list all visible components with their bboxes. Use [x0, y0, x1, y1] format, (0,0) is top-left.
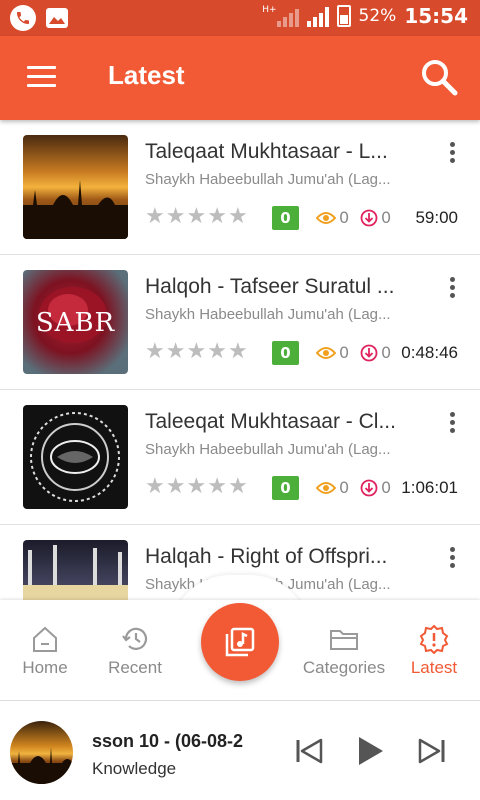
downloads-count: 0 [360, 478, 391, 497]
nav-label-recent: Recent [108, 658, 162, 677]
item-duration: 0:48:46 [401, 343, 458, 362]
star-icon[interactable]: ★ [166, 206, 186, 228]
item-subtitle: Shaykh Habeebullah Jumu'ah (Lag... [145, 441, 391, 458]
item-duration: 1:06:01 [401, 478, 458, 497]
star-icon[interactable]: ★ [228, 476, 248, 498]
star-icon[interactable]: ★ [145, 341, 165, 363]
eye-icon [316, 346, 336, 359]
rating-stars[interactable]: ★ ★ ★ ★ ★ [145, 476, 248, 498]
downloads-value: 0 [381, 478, 392, 497]
play-icon[interactable] [353, 734, 387, 768]
hamburger-menu-icon[interactable] [27, 66, 56, 88]
rating-stars[interactable]: ★ ★ ★ ★ ★ [145, 341, 248, 363]
signal-icon [276, 5, 299, 27]
star-icon[interactable]: ★ [207, 476, 227, 498]
thumbnail-text: SABR [35, 308, 116, 338]
star-icon[interactable]: ★ [207, 206, 227, 228]
item-thumbnail [23, 135, 128, 239]
star-icon[interactable]: ★ [228, 206, 248, 228]
app-bar: Latest [0, 36, 480, 120]
history-icon [90, 624, 180, 654]
list-item[interactable]: SABR Halqoh - Tafseer Suratul ... Shaykh… [0, 255, 480, 390]
rating-stars[interactable]: ★ ★ ★ ★ ★ [145, 206, 248, 228]
more-vert-icon[interactable] [448, 547, 456, 569]
item-subtitle: Shaykh Habeebullah Jumu'ah (Lag... [145, 306, 391, 323]
item-thumbnail [23, 405, 128, 509]
item-thumbnail [23, 540, 128, 600]
nav-item-recent[interactable]: Recent [90, 624, 180, 678]
more-vert-icon[interactable] [448, 277, 456, 299]
star-icon[interactable]: ★ [228, 341, 248, 363]
nav-item-home[interactable]: Home [0, 624, 90, 678]
clock: 15:54 [404, 4, 468, 28]
views-count: 0 [316, 478, 349, 497]
network-type-label: H+ [262, 5, 277, 15]
lecture-list: Taleqaat Mukhtasaar - L... Shaykh Habeeb… [0, 120, 480, 600]
item-title: Halqoh - Tafseer Suratul ... [145, 275, 395, 298]
nav-item-latest[interactable]: Latest [389, 624, 479, 678]
star-icon[interactable]: ★ [186, 341, 206, 363]
rating-count-badge: 0 [272, 206, 299, 230]
star-icon[interactable]: ★ [145, 476, 165, 498]
nav-item-categories[interactable]: Categories [299, 624, 389, 678]
downloads-value: 0 [381, 208, 392, 227]
views-count: 0 [316, 208, 349, 227]
skip-previous-icon[interactable] [293, 734, 327, 768]
star-icon[interactable]: ★ [166, 476, 186, 498]
alert-badge-icon [389, 624, 479, 654]
item-title: Halqah - Right of Offspri... [145, 545, 388, 568]
music-library-icon [225, 627, 255, 657]
star-icon[interactable]: ★ [186, 476, 206, 498]
folder-icon [299, 624, 389, 654]
skip-next-icon[interactable] [414, 734, 448, 768]
player-thumbnail [10, 721, 73, 784]
nav-label-categories: Categories [302, 658, 386, 677]
star-icon[interactable]: ★ [145, 206, 165, 228]
eye-icon [316, 211, 336, 224]
battery-percent: 52% [358, 6, 397, 26]
downloads-value: 0 [381, 343, 392, 362]
player-title: sson 10 - (06-08-2 [92, 731, 244, 751]
battery-icon [336, 5, 351, 27]
music-library-fab[interactable] [201, 603, 279, 681]
views-value: 0 [339, 343, 350, 362]
item-subtitle: Shaykh Habeebullah Jumu'ah (Lag... [145, 171, 391, 188]
page-title: Latest [108, 60, 185, 90]
more-vert-icon[interactable] [448, 412, 456, 434]
home-icon [0, 624, 90, 654]
nav-label-latest: Latest [410, 658, 458, 677]
downloads-count: 0 [360, 208, 391, 227]
rating-count-badge: 0 [272, 341, 299, 365]
views-value: 0 [339, 208, 350, 227]
nav-label-home: Home [22, 658, 68, 677]
views-count: 0 [316, 343, 349, 362]
list-item[interactable]: Taleeqat Mukhtasaar - Cl... Shaykh Habee… [0, 390, 480, 525]
image-icon [46, 8, 68, 28]
status-bar: H+ 52% 15:54 [0, 0, 480, 36]
item-title: Taleqaat Mukhtasaar - L... [145, 140, 388, 163]
signal-strong-icon [306, 5, 329, 27]
list-item[interactable]: Taleqaat Mukhtasaar - L... Shaykh Habeeb… [0, 120, 480, 255]
downloads-count: 0 [360, 343, 391, 362]
star-icon[interactable]: ★ [207, 341, 227, 363]
rating-count-badge: 0 [272, 476, 299, 500]
eye-icon [316, 481, 336, 494]
views-value: 0 [339, 478, 350, 497]
search-icon[interactable] [418, 56, 460, 98]
item-thumbnail: SABR [23, 270, 128, 374]
phone-icon [10, 5, 36, 31]
item-title: Taleeqat Mukhtasaar - Cl... [145, 410, 396, 433]
mini-player[interactable]: sson 10 - (06-08-2 Knowledge [0, 700, 480, 800]
more-vert-icon[interactable] [448, 142, 456, 164]
player-subtitle: Knowledge [92, 759, 177, 778]
star-icon[interactable]: ★ [166, 341, 186, 363]
download-icon [360, 344, 378, 361]
item-duration: 59:00 [415, 208, 458, 227]
star-icon[interactable]: ★ [186, 206, 206, 228]
download-icon [360, 479, 378, 496]
download-icon [360, 209, 378, 226]
